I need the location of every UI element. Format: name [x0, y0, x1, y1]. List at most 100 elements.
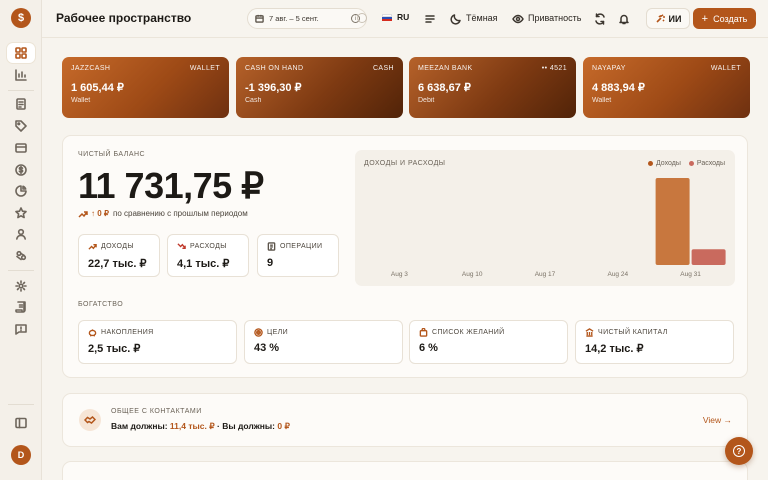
- expenses-label: РАСХОДЫ: [190, 243, 227, 250]
- change-value: ↑ 0 ₽: [91, 209, 109, 218]
- chart-plot: Aug 3 Aug 10 Aug 17 Aug 24 Aug 31: [391, 178, 726, 278]
- dashboard-icon: [15, 47, 27, 59]
- sidebar-item-logs[interactable]: [7, 297, 35, 317]
- sidebar-item-groups[interactable]: [7, 246, 35, 266]
- change-text: по сравнению с прошлым периодом: [112, 209, 248, 218]
- net-worth-value: 14,2 тыс. ₽: [585, 343, 644, 355]
- sidebar-item-feedback[interactable]: [7, 319, 35, 339]
- account-balance: 1 605,44 ₽: [71, 82, 124, 94]
- sidebar-item-categories[interactable]: [7, 116, 35, 136]
- create-button[interactable]: + Создать: [693, 8, 756, 29]
- settings-icon: [15, 280, 27, 292]
- account-name: NAYAPAY: [592, 65, 626, 72]
- savings-card[interactable]: НАКОПЛЕНИЯ 2,5 тыс. ₽: [78, 320, 237, 364]
- wealth-label: БОГАТСТВО: [78, 301, 124, 308]
- shared-title: ОБЩЕЕ С КОНТАКТАМИ: [111, 408, 202, 415]
- sidebar-item-contacts[interactable]: [7, 224, 35, 244]
- sidebar-item-transactions[interactable]: [7, 94, 35, 114]
- net-worth-label: ЧИСТЫЙ КАПИТАЛ: [598, 329, 668, 336]
- flag-ru-icon: [382, 13, 392, 21]
- sidebar-item-accounts[interactable]: [7, 138, 35, 158]
- income-value: 22,7 тыс. ₽: [88, 258, 147, 270]
- account-balance: 6 638,67 ₽: [418, 82, 471, 94]
- chart-icon: [15, 69, 27, 81]
- plus-icon: +: [701, 12, 709, 25]
- expense-bar[interactable]: [691, 249, 726, 265]
- trend-down-icon: [177, 243, 186, 249]
- income-bar[interactable]: [655, 178, 690, 265]
- status-circle-icon[interactable]: [357, 13, 367, 23]
- goals-label: ЦЕЛИ: [267, 329, 289, 336]
- account-type: WALLET: [710, 65, 741, 72]
- shared-view-link[interactable]: View →: [703, 415, 732, 425]
- x-tick-label: Aug 24: [607, 271, 628, 278]
- savings-value: 2,5 тыс. ₽: [88, 343, 141, 355]
- ai-label: ИИ: [668, 13, 682, 24]
- operations-value: 9: [267, 257, 274, 269]
- notifications-button[interactable]: [618, 12, 630, 25]
- net-worth-card[interactable]: ЧИСТЫЙ КАПИТАЛ 14,2 тыс. ₽: [575, 320, 734, 364]
- privacy-label[interactable]: Приватность: [528, 13, 581, 23]
- wallet-icon: [15, 143, 27, 153]
- theme-toggle[interactable]: [450, 12, 462, 25]
- goals-value: 43 %: [254, 342, 280, 354]
- sidebar-item-reports[interactable]: [7, 181, 35, 201]
- income-label: ДОХОДЫ: [101, 243, 134, 250]
- income-expense-chart: ДОХОДЫ И РАСХОДЫ Доходы Расходы Aug 3 Aug…: [355, 150, 735, 286]
- ai-button[interactable]: ИИ: [646, 8, 690, 29]
- income-stat-card[interactable]: ДОХОДЫ 22,7 тыс. ₽: [78, 234, 160, 277]
- next-section-panel: [62, 461, 748, 480]
- account-subtype: Wallet: [71, 97, 91, 104]
- operations-stat-card[interactable]: ОПЕРАЦИИ 9: [257, 234, 339, 277]
- language-selector[interactable]: RU: [382, 12, 409, 22]
- net-balance-value: 11 731,75 ₽: [78, 165, 264, 206]
- privacy-toggle[interactable]: [512, 12, 524, 24]
- account-name: JAZZCASH: [71, 65, 111, 72]
- sidebar-item-budgets[interactable]: [7, 160, 35, 180]
- account-subtype: Cash: [245, 97, 262, 104]
- x-tick-label: Aug 10: [462, 271, 483, 278]
- bank-icon: [585, 328, 594, 337]
- calendar-icon: [255, 14, 264, 23]
- page-title: Рабочее пространство: [56, 11, 192, 25]
- shopping-bag-icon: [419, 328, 428, 337]
- app-logo[interactable]: $: [11, 8, 31, 28]
- refresh-icon: [595, 13, 605, 25]
- x-tick-label: Aug 31: [680, 271, 701, 278]
- user-avatar[interactable]: D: [11, 445, 31, 465]
- sidebar-item-analytics[interactable]: [7, 65, 35, 85]
- owed-to-you-value: 11,4 тыс. ₽: [169, 421, 215, 431]
- user-icon: [16, 228, 26, 240]
- sidebar-divider: [8, 404, 34, 405]
- account-balance: 4 883,94 ₽: [592, 82, 645, 94]
- menu-button[interactable]: [424, 12, 436, 24]
- refresh-button[interactable]: [594, 12, 606, 25]
- expenses-value: 4,1 тыс. ₽: [177, 258, 230, 270]
- sidebar-item-dashboard[interactable]: [7, 43, 35, 63]
- theme-label[interactable]: Тёмная: [466, 13, 498, 23]
- goals-card[interactable]: ЦЕЛИ 43 %: [244, 320, 403, 364]
- shared-balance-line: Вам должны: 11,4 тыс. ₽ · Вы должны: 0 ₽: [111, 421, 290, 432]
- account-type: •• 4521: [541, 65, 567, 72]
- sidebar: $ D: [0, 0, 42, 480]
- sidebar-item-settings[interactable]: [7, 276, 35, 296]
- savings-label: НАКОПЛЕНИЯ: [101, 329, 154, 336]
- sidebar-item-goals[interactable]: [7, 203, 35, 223]
- account-card-meezan[interactable]: MEEZAN BANK •• 4521 6 638,67 ₽ Debit: [409, 57, 576, 118]
- wishlist-card[interactable]: СПИСОК ЖЕЛАНИЙ 6 %: [409, 320, 568, 364]
- operations-label: ОПЕРАЦИИ: [280, 243, 323, 250]
- sidebar-divider: [8, 90, 34, 91]
- help-button[interactable]: ?: [725, 437, 753, 465]
- wishlist-value: 6 %: [419, 342, 438, 354]
- account-card-nayapay[interactable]: NAYAPAY WALLET 4 883,94 ₽ Wallet: [583, 57, 750, 118]
- account-card-jazzcash[interactable]: JAZZCASH WALLET 1 605,44 ₽ Wallet: [62, 57, 229, 118]
- date-range-picker[interactable]: 7 авг. – 5 сент. i: [247, 8, 367, 29]
- account-name: MEEZAN BANK: [418, 65, 473, 72]
- expenses-stat-card[interactable]: РАСХОДЫ 4,1 тыс. ₽: [167, 234, 249, 277]
- sidebar-collapse-button[interactable]: [7, 413, 35, 433]
- net-balance-label: ЧИСТЫЙ БАЛАНС: [78, 151, 146, 158]
- wishlist-label: СПИСОК ЖЕЛАНИЙ: [432, 329, 505, 336]
- account-card-cash[interactable]: CASH ON HAND CASH -1 396,30 ₽ Cash: [236, 57, 403, 118]
- account-type: CASH: [372, 65, 394, 72]
- message-icon: [15, 324, 27, 335]
